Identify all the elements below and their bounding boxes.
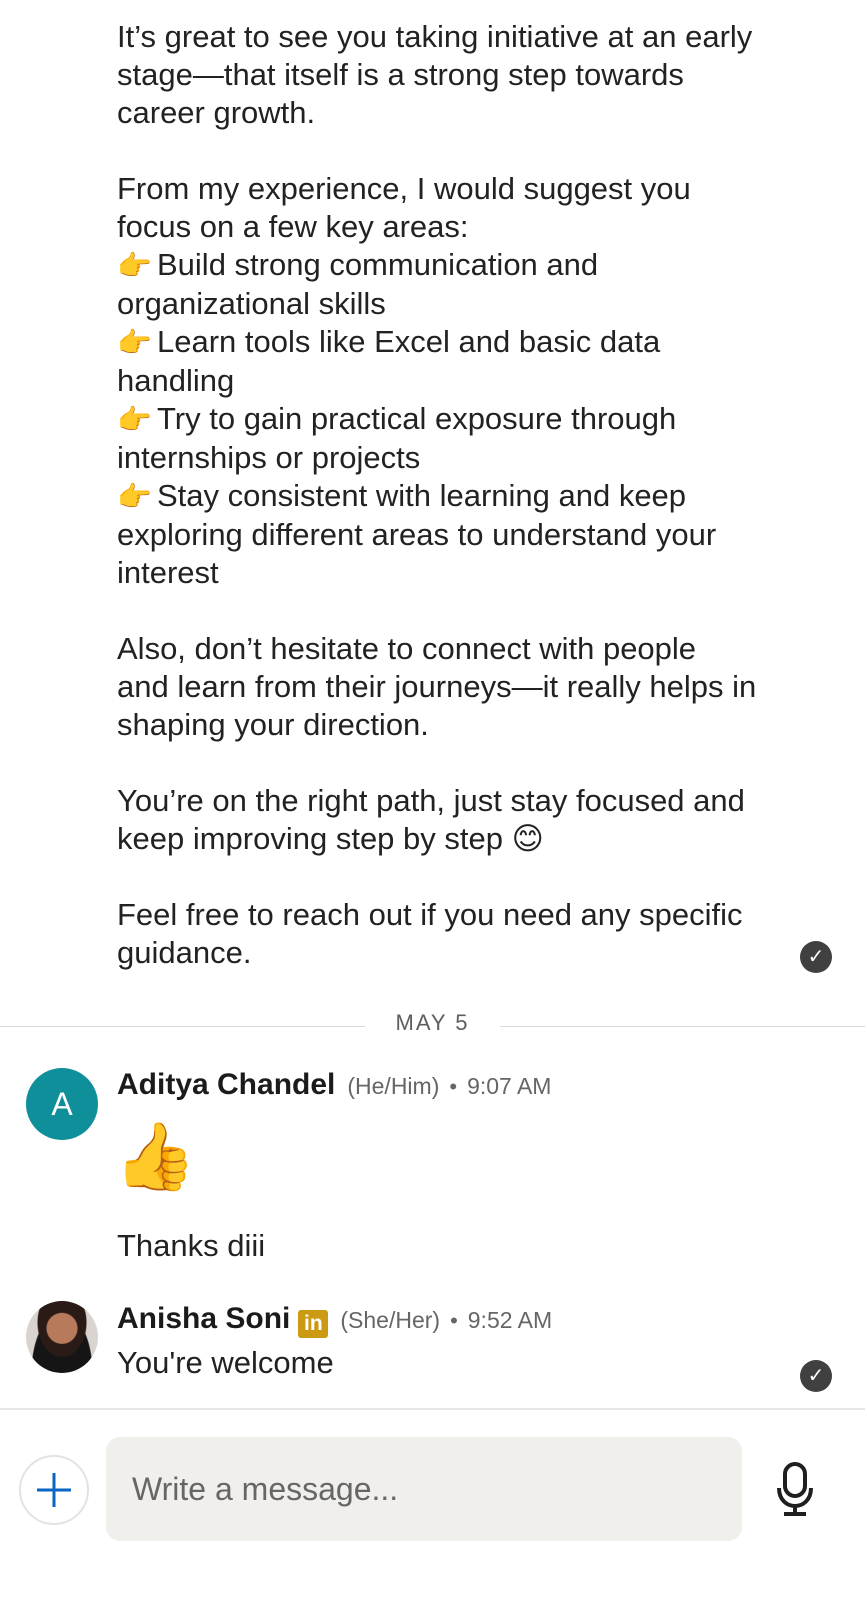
message-points: 👉 Build strong communication and organiza… bbox=[117, 246, 797, 592]
message-line: stage—that itself is a strong step towar… bbox=[117, 57, 684, 92]
message-line: focus on a few key areas: bbox=[117, 209, 469, 244]
divider bbox=[0, 1026, 365, 1027]
avatar-initial: A bbox=[51, 1085, 73, 1122]
composer-divider bbox=[0, 1408, 865, 1410]
point-text: organizational skills bbox=[117, 286, 386, 321]
point-text: internships or projects bbox=[117, 440, 421, 475]
point-item: 👉 Learn tools like Excel and basic data bbox=[117, 323, 797, 362]
message-text: You're welcome bbox=[117, 1345, 334, 1380]
message-line: Also, don’t hesitate to connect with peo… bbox=[117, 631, 697, 666]
message-time: 9:52 AM bbox=[467, 1307, 553, 1333]
pronouns: (He/Him) bbox=[347, 1073, 440, 1099]
avatar[interactable] bbox=[26, 1301, 98, 1373]
separator-dot: • bbox=[449, 1074, 458, 1099]
separator-dot: • bbox=[450, 1308, 458, 1333]
message-paragraph: It’s great to see you taking initiative … bbox=[117, 18, 797, 132]
date-separator: MAY 5 bbox=[0, 1008, 865, 1044]
pointing-hand-icon: 👉 bbox=[117, 250, 152, 281]
point-item: 👉 Stay consistent with learning and keep bbox=[117, 477, 797, 516]
avatar[interactable]: A bbox=[26, 1068, 98, 1140]
message-input[interactable] bbox=[106, 1437, 742, 1541]
message-line: and learn from their journeys—it really … bbox=[117, 669, 757, 704]
divider bbox=[500, 1026, 865, 1027]
point-text: exploring different areas to understand … bbox=[117, 517, 717, 552]
date-label: MAY 5 bbox=[395, 1010, 470, 1035]
sender-header: Aditya Chandel (He/Him) • 9:07 AM bbox=[117, 1068, 551, 1102]
message-line: guidance. bbox=[117, 935, 252, 970]
point-item: 👉 Try to gain practical exposure through bbox=[117, 400, 797, 439]
message-paragraph: Also, don’t hesitate to connect with peo… bbox=[117, 630, 797, 744]
pointing-hand-icon: 👉 bbox=[117, 404, 152, 435]
message-line: From my experience, I would suggest you bbox=[117, 171, 691, 206]
point-text: Try to gain practical exposure through bbox=[157, 401, 677, 436]
previous-message: It’s great to see you taking initiative … bbox=[117, 18, 797, 972]
pronouns: (She/Her) bbox=[340, 1307, 441, 1333]
plus-icon bbox=[37, 1473, 71, 1507]
microphone-icon bbox=[777, 1462, 813, 1516]
chat-screen: It’s great to see you taking initiative … bbox=[0, 0, 865, 1600]
point-text: interest bbox=[117, 555, 219, 590]
message-time: 9:07 AM bbox=[467, 1073, 552, 1099]
check-circle-icon: ✓ bbox=[800, 941, 832, 973]
message-paragraph: Feel free to reach out if you need any s… bbox=[117, 896, 797, 972]
message-line: It’s great to see you taking initiative … bbox=[117, 19, 753, 54]
message-paragraph: You’re on the right path, just stay focu… bbox=[117, 782, 797, 858]
point-text: Learn tools like Excel and basic data bbox=[157, 324, 661, 359]
sender-name[interactable]: Aditya Chandel bbox=[117, 1068, 335, 1102]
check-circle-icon: ✓ bbox=[800, 1360, 832, 1392]
thumbs-up-icon: 👍 bbox=[114, 1119, 197, 1193]
point-text: Build strong communication and bbox=[157, 247, 599, 282]
voice-message-button[interactable] bbox=[776, 1462, 814, 1518]
point-text: handling bbox=[117, 363, 235, 398]
message-line: keep improving step by step 😊 bbox=[117, 821, 544, 856]
pointing-hand-icon: 👉 bbox=[117, 481, 152, 512]
message-line: You’re on the right path, just stay focu… bbox=[117, 783, 745, 818]
point-item: 👉 Build strong communication and bbox=[117, 246, 797, 285]
message-line: career growth. bbox=[117, 95, 316, 130]
message-line: shaping your direction. bbox=[117, 707, 429, 742]
message-text: Thanks diii bbox=[117, 1228, 266, 1263]
message-paragraph: From my experience, I would suggest you … bbox=[117, 170, 797, 246]
point-text: Stay consistent with learning and keep bbox=[157, 478, 687, 513]
message-line: Feel free to reach out if you need any s… bbox=[117, 897, 743, 932]
linkedin-premium-badge-icon: in bbox=[298, 1310, 329, 1338]
sender-name[interactable]: Anisha Soni bbox=[117, 1302, 290, 1336]
sender-header: Anisha Soni in (She/Her) • 9:52 AM bbox=[117, 1302, 553, 1338]
add-attachment-button[interactable] bbox=[19, 1455, 89, 1525]
pointing-hand-icon: 👉 bbox=[117, 327, 152, 358]
